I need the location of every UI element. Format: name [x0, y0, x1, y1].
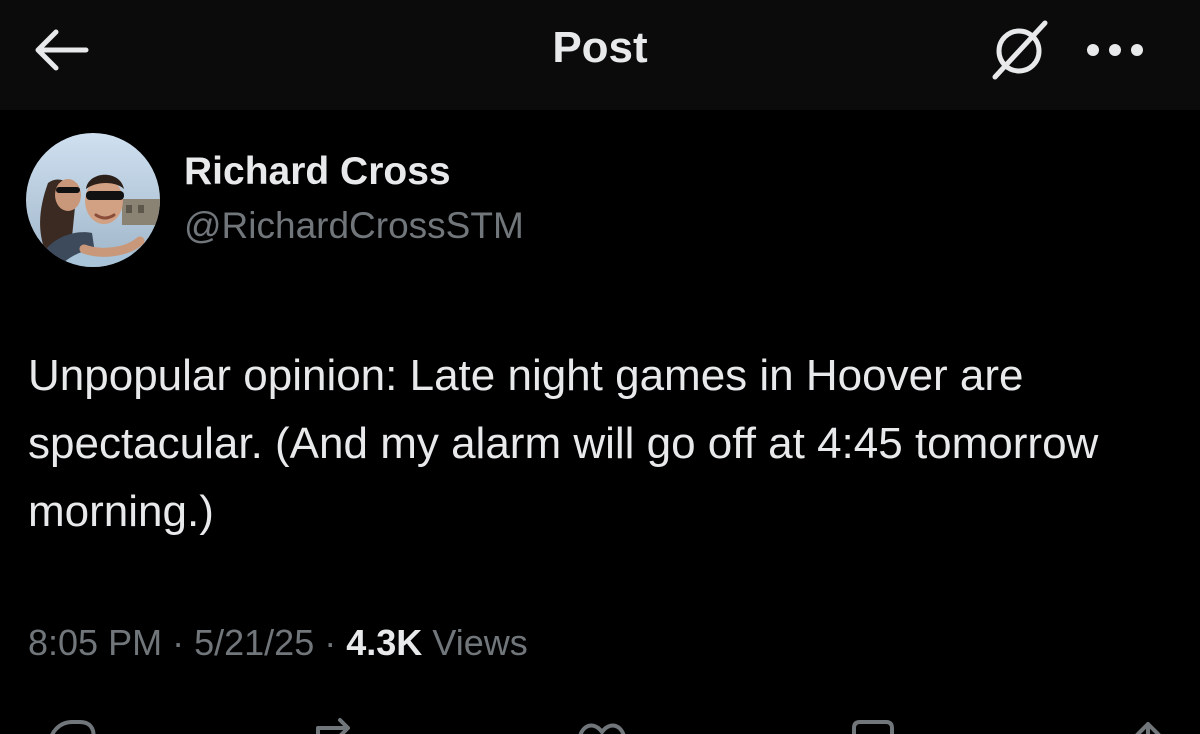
action-bar	[0, 712, 1200, 734]
meta-separator: ·	[172, 622, 185, 663]
author-name[interactable]: Richard Cross	[184, 150, 451, 194]
more-options-button[interactable]	[1080, 22, 1150, 78]
repost-icon[interactable]	[306, 716, 366, 734]
top-navigation-bar: Post	[0, 0, 1200, 110]
grok-icon	[992, 20, 1048, 80]
arrow-left-icon	[35, 29, 89, 71]
like-icon[interactable]	[572, 716, 632, 734]
bookmark-icon[interactable]	[846, 716, 906, 734]
share-icon[interactable]	[1118, 716, 1178, 734]
back-button[interactable]	[28, 22, 92, 78]
grok-button[interactable]	[984, 14, 1056, 86]
more-horizontal-icon	[1087, 44, 1143, 56]
author-handle[interactable]: @RichardCrossSTM	[184, 205, 524, 247]
views-count: 4.3K	[346, 622, 423, 663]
views-label: Views	[432, 622, 528, 663]
meta-separator: ·	[324, 622, 337, 663]
reply-icon[interactable]	[40, 716, 100, 734]
post-time[interactable]: 8:05 PM	[28, 622, 162, 663]
avatar[interactable]	[26, 133, 160, 267]
post-metadata: 8:05 PM · 5/21/25 · 4.3K Views	[28, 622, 528, 664]
post-text: Unpopular opinion: Late night games in H…	[28, 351, 1099, 536]
post-date[interactable]: 5/21/25	[194, 622, 314, 663]
